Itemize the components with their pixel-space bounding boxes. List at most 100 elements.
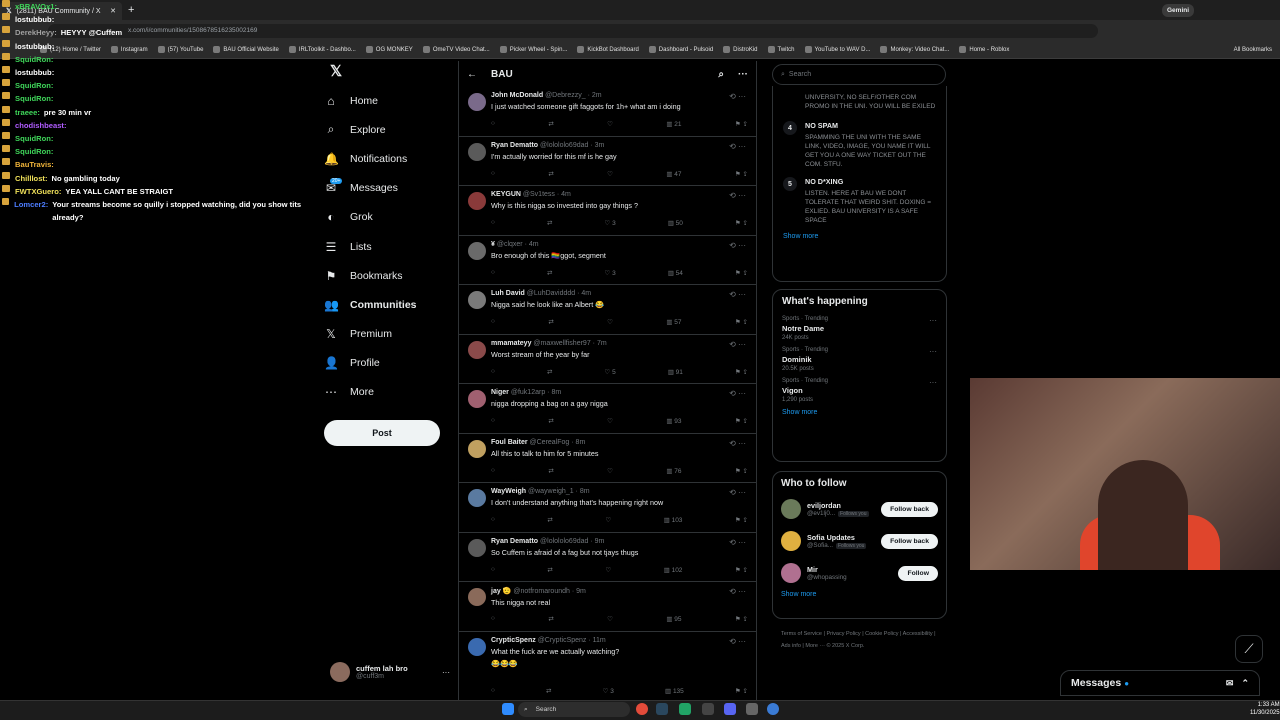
nav-item-explore[interactable]: ⌕ Explore (324, 115, 454, 144)
views-button[interactable]: ▥ 21 (666, 120, 681, 128)
bookmark-item[interactable]: YouTube to WAV D... (804, 46, 870, 53)
more-icon[interactable]: ··· (738, 290, 746, 299)
discord-icon[interactable] (724, 703, 736, 715)
tweet-author-name[interactable]: Foul Baiter (491, 439, 528, 446)
nav-item-lists[interactable]: ☰ Lists (324, 232, 454, 261)
show-more-link[interactable]: Show more (783, 233, 936, 240)
share-icon[interactable]: ⇪ (743, 121, 748, 128)
more-icon[interactable]: ··· (738, 538, 746, 547)
bookmark-icon[interactable]: ⚑ (735, 616, 743, 623)
tweet-author-name[interactable]: CrypticSpenz (491, 637, 536, 644)
more-icon[interactable]: ··· (738, 587, 746, 596)
app-icon[interactable] (702, 703, 714, 715)
tweet-author-name[interactable]: ¥ (491, 241, 495, 248)
grok-icon[interactable]: ⟲ (729, 488, 738, 497)
more-icon[interactable]: ··· (738, 488, 746, 497)
share-icon[interactable]: ⇪ (743, 319, 748, 326)
tweet[interactable]: jay 🫡 @notfromaroundh · 9m This nigga not… (459, 582, 756, 632)
avatar[interactable] (468, 637, 486, 656)
more-icon[interactable]: ··· (738, 191, 746, 200)
views-button[interactable]: ▥ 102 (664, 566, 683, 574)
tweet-author-name[interactable]: Ryan Demattо (491, 142, 538, 149)
like-button[interactable]: ♡ 3 (603, 687, 614, 695)
share-icon[interactable]: ⇪ (743, 616, 748, 623)
tweet[interactable]: WayWeigh @wayweigh_1 · 8m I don't underst… (459, 483, 756, 533)
messages-drawer[interactable]: Messages ● ✉ ⌃ (1060, 670, 1260, 696)
footer-links[interactable]: Terms of Service | Privacy Policy | Cook… (781, 628, 941, 652)
like-button[interactable]: ♡ (607, 467, 613, 475)
tweet[interactable]: ¥ @clqxer · 4m Bro enough of this 🏳️‍🌈ggo… (459, 236, 756, 285)
account-switcher[interactable]: cuffem lah bro @cuff3m ··· (330, 662, 450, 682)
avatar[interactable] (468, 291, 486, 309)
trend-item[interactable]: Sports · Trending Notre Dame 24K posts ··· (782, 316, 937, 341)
views-button[interactable]: ▥ 50 (668, 219, 683, 227)
compose-icon[interactable]: ✉ (1226, 678, 1234, 689)
views-button[interactable]: ▥ 95 (666, 615, 681, 623)
share-icon[interactable]: ⇪ (743, 369, 748, 376)
more-icon[interactable]: ··· (929, 316, 937, 325)
search-input[interactable]: ⌕ Search (772, 64, 946, 85)
avatar[interactable] (468, 439, 486, 458)
bookmark-icon[interactable]: ⚑ (735, 121, 743, 128)
tweet[interactable]: Ryan Demattо @lolololo69dad · 9m So Cuffe… (459, 533, 756, 582)
views-button[interactable]: ▥ 91 (668, 368, 683, 376)
bookmark-icon[interactable]: ⚑ (735, 220, 743, 227)
nav-item-profile[interactable]: 👤 Profile (324, 349, 454, 378)
bookmark-item[interactable]: Monkey: Video Chat... (880, 46, 949, 53)
more-icon[interactable]: ··· (738, 439, 746, 448)
share-icon[interactable]: ⇪ (743, 220, 748, 227)
avatar[interactable] (468, 192, 486, 210)
grok-icon[interactable]: ⟲ (729, 191, 738, 200)
views-button[interactable]: ▥ 57 (666, 318, 681, 326)
steam-icon[interactable] (656, 703, 668, 715)
reply-icon[interactable]: ○ (491, 368, 495, 376)
post-button[interactable]: Post (324, 420, 440, 446)
avatar[interactable] (468, 588, 486, 606)
bookmark-icon[interactable]: ⚑ (735, 517, 743, 524)
nav-item-more[interactable]: ⋯ More (324, 378, 454, 407)
more-icon[interactable]: ··· (929, 347, 937, 356)
bookmark-icon[interactable]: ⚑ (735, 270, 743, 277)
bookmark-item[interactable]: Home - Roblox (959, 46, 1009, 53)
reply-icon[interactable]: ○ (491, 687, 495, 695)
tweet[interactable]: Luh David @LuhDavidddd · 4m Nigga said he… (459, 285, 756, 335)
like-button[interactable]: ♡ (605, 566, 611, 574)
like-button[interactable]: ♡ 3 (604, 219, 615, 227)
retweet-icon[interactable]: ⇄ (548, 467, 553, 475)
grok-icon[interactable]: ⟲ (729, 290, 738, 299)
search-icon[interactable]: ⌕ (718, 69, 724, 80)
bookmark-item[interactable]: DistroKid (723, 46, 758, 53)
bookmark-item[interactable]: Twitch (767, 46, 795, 53)
nav-item-notifications[interactable]: 🔔 Notifications (324, 144, 454, 173)
follow-name[interactable]: Sofia Updates (807, 533, 866, 542)
bookmark-icon[interactable]: ⚑ (735, 567, 743, 574)
share-icon[interactable]: ⇪ (743, 171, 748, 178)
share-icon[interactable]: ⇪ (743, 418, 748, 425)
nav-item-messages[interactable]: ✉ Messages 20+ (324, 174, 454, 203)
reply-icon[interactable]: ○ (491, 467, 495, 475)
retweet-icon[interactable]: ⇄ (547, 269, 552, 277)
tweet[interactable]: KEYGUN @Sv1tess · 4m Why is this nigga so… (459, 186, 756, 236)
more-icon[interactable]: ··· (738, 340, 746, 349)
more-icon[interactable]: ··· (929, 378, 937, 387)
show-more-link[interactable]: Show more (781, 591, 938, 598)
more-icon[interactable]: ··· (738, 637, 746, 646)
grok-icon[interactable]: ⟲ (729, 439, 738, 448)
reply-icon[interactable]: ○ (491, 516, 495, 524)
views-button[interactable]: ▥ 103 (664, 516, 683, 524)
nav-item-grok[interactable]: ◐ Grok (324, 203, 454, 232)
like-button[interactable]: ♡ (607, 318, 613, 326)
avatar[interactable] (781, 563, 801, 583)
taskbar-search[interactable]: ⌕ Search (518, 702, 630, 717)
tweet[interactable]: Niger @fuk12arp · 8m nigga dropping a bag… (459, 384, 756, 434)
tweet[interactable]: Ryan Demattо @lolololo69dad · 3m I'm actu… (459, 137, 756, 186)
grok-icon[interactable]: ⟲ (729, 637, 738, 646)
bookmark-item[interactable]: Picker Wheel - Spin... (499, 46, 567, 53)
tweet-author-name[interactable]: KEYGUN (491, 191, 521, 198)
tweet-author-name[interactable]: Ryan Demattо (491, 538, 538, 545)
bookmark-icon[interactable]: ⚑ (735, 369, 743, 376)
avatar[interactable] (468, 93, 486, 111)
trend-item[interactable]: Sports · Trending Dominik 20.5K posts ··· (782, 347, 937, 372)
tweet-author-name[interactable]: mmamateyy (491, 340, 531, 347)
app-icon[interactable] (746, 703, 758, 715)
